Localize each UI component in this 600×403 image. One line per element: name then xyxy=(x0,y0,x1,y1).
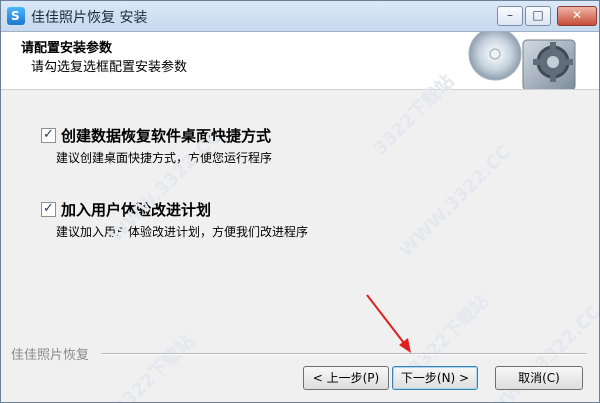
installer-window: S 佳佳照片恢复 安装 – □ ✕ 请配置安装参数 请勾选复选框配置安装参数 ✓… xyxy=(0,0,600,403)
title-bar[interactable]: S 佳佳照片恢复 安装 – □ ✕ xyxy=(1,1,599,32)
minimize-icon: – xyxy=(507,8,513,22)
page-subtitle: 请勾选复选框配置安装参数 xyxy=(31,60,188,75)
back-button[interactable]: < 上一步(P) xyxy=(303,366,389,390)
next-button-label: 下一步(N) > xyxy=(400,371,470,385)
back-button-label: < 上一步(P) xyxy=(312,371,380,385)
options-panel: ✓ 创建数据恢复软件桌面快捷方式 建议创建桌面快捷方式，方便您运行程序 ✓ 加入… xyxy=(1,90,599,340)
ux-program-description: 建议加入用户体验改进计划，方便我们改进程序 xyxy=(56,225,309,239)
cancel-button[interactable]: 取消(C) xyxy=(495,366,583,390)
minimize-button[interactable]: – xyxy=(497,6,523,26)
install-disc-gear-icon xyxy=(468,32,576,89)
close-button[interactable]: ✕ xyxy=(557,6,597,26)
maximize-button[interactable]: □ xyxy=(525,6,551,26)
window-title: 佳佳照片恢复 安装 xyxy=(31,10,148,26)
check-icon: ✓ xyxy=(43,201,54,216)
desktop-shortcut-label[interactable]: 创建数据恢复软件桌面快捷方式 xyxy=(61,125,271,146)
desktop-shortcut-checkbox[interactable]: ✓ xyxy=(41,127,56,143)
cancel-button-label: 取消(C) xyxy=(518,371,560,385)
brand-label: 佳佳照片恢复 xyxy=(11,348,90,363)
footer-divider xyxy=(101,353,587,355)
ux-program-label[interactable]: 加入用户体验改进计划 xyxy=(61,199,211,220)
ux-program-checkbox[interactable]: ✓ xyxy=(41,201,56,217)
page-title: 请配置安装参数 xyxy=(21,41,113,56)
next-button[interactable]: 下一步(N) > xyxy=(392,366,478,390)
app-icon: S xyxy=(7,7,25,25)
check-icon: ✓ xyxy=(43,127,54,142)
close-icon: ✕ xyxy=(571,8,583,22)
page-header: 请配置安装参数 请勾选复选框配置安装参数 xyxy=(1,32,599,90)
arrow-annotation-icon xyxy=(366,294,411,353)
desktop-shortcut-description: 建议创建桌面快捷方式，方便您运行程序 xyxy=(56,151,273,165)
maximize-icon: □ xyxy=(532,8,544,22)
